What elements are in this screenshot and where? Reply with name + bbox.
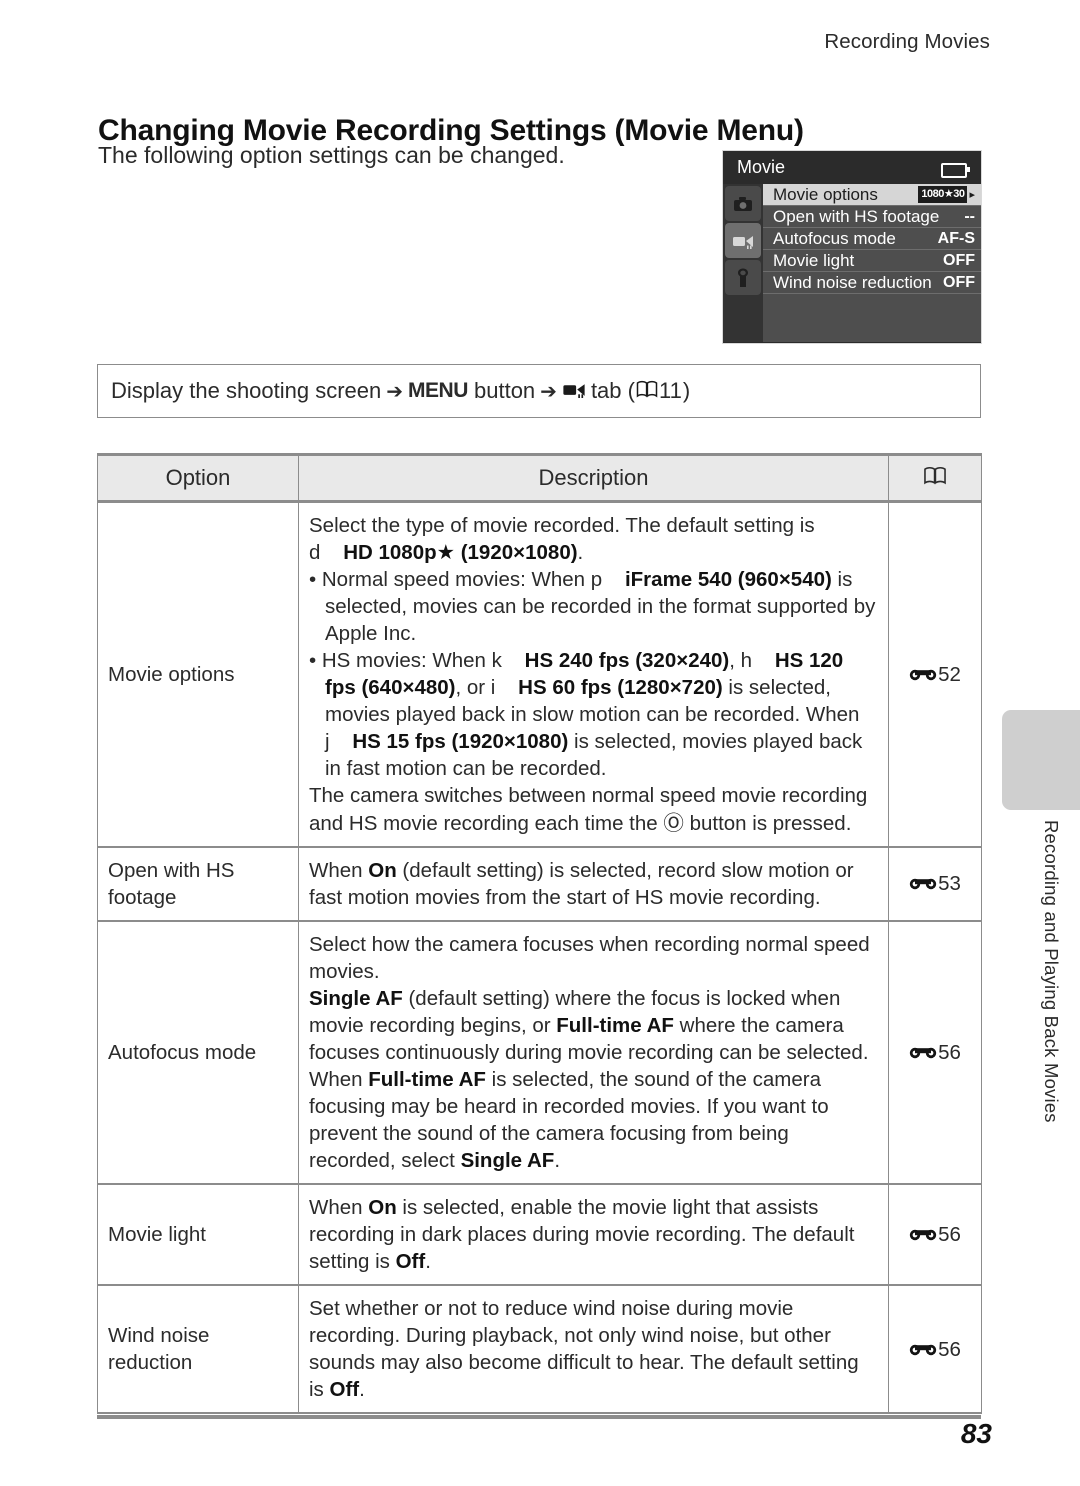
- intro-text: The following option settings can be cha…: [98, 142, 565, 168]
- description-paragraph: Single AF (default setting) where the fo…: [309, 986, 869, 1173]
- description-paragraph: When On (default setting) is selected, r…: [309, 858, 854, 909]
- chevron-right-icon: ▸: [969, 189, 975, 201]
- option-name: Autofocus mode: [97, 920, 299, 1186]
- menu-button-label: MENU: [408, 379, 468, 402]
- lcd-menu-item-label: Movie light: [773, 250, 855, 270]
- table-row: Open with HS footage When On (default se…: [97, 846, 982, 922]
- running-head: Recording Movies: [824, 30, 990, 53]
- description-paragraph: When On is selected, enable the movie li…: [309, 1196, 855, 1274]
- reference-page: 56: [938, 1337, 961, 1361]
- lcd-body: Movie options 1080★30 ▸ Open with HS foot…: [723, 184, 981, 342]
- lcd-menu-item-value: AF-S: [937, 229, 975, 247]
- lcd-menu-item-value: OFF: [943, 251, 975, 269]
- instruction-part-3: tab: [590, 378, 622, 403]
- column-header-description: Description: [298, 453, 889, 503]
- binocular-icon: [909, 1039, 937, 1066]
- lcd-menu-item-autofocus-mode[interactable]: Autofocus mode AF-S: [763, 228, 981, 250]
- lcd-menu-item-movie-light[interactable]: Movie light OFF: [763, 250, 981, 272]
- lcd-tab-movie[interactable]: [725, 223, 761, 258]
- lcd-tab-shooting[interactable]: [725, 186, 761, 221]
- lcd-menu-item-label: Movie options: [773, 184, 878, 204]
- lcd-menu-item-value: --: [964, 207, 975, 225]
- lcd-menu-item-open-with-hs-footage[interactable]: Open with HS footage --: [763, 206, 981, 228]
- description-paragraph: Set whether or not to reduce wind noise …: [309, 1297, 859, 1402]
- reference-page: 56: [938, 1040, 961, 1064]
- movie-options-badge: 1080★30: [918, 186, 968, 203]
- option-reference: 56: [888, 1285, 982, 1415]
- instruction-part-1: Display the shooting screen: [111, 378, 382, 403]
- binocular-icon: [909, 1336, 937, 1363]
- camera-icon: [733, 196, 753, 212]
- wrench-icon: [736, 268, 750, 288]
- description-paragraph: Select how the camera focuses when recor…: [309, 932, 870, 983]
- table-body: Movie options Select the type of movie r…: [97, 501, 982, 1415]
- reference-page: 52: [938, 662, 961, 686]
- option-name: Movie light: [97, 1184, 299, 1287]
- table-row: Movie light When On is selected, enable …: [97, 1184, 982, 1287]
- open-paren: (: [627, 378, 635, 403]
- close-paren: ): [682, 378, 691, 403]
- option-reference: 52: [888, 501, 982, 848]
- table-row: Wind noise reduction Set whether or not …: [97, 1285, 982, 1415]
- table-row: Autofocus mode Select how the camera foc…: [97, 920, 982, 1186]
- binocular-icon: [909, 870, 937, 897]
- option-reference: 56: [888, 1184, 982, 1287]
- section-side-label: Recording and Playing Back Movies: [1041, 820, 1062, 1123]
- lcd-menu-item-label: Open with HS footage: [773, 206, 940, 226]
- bullet-icon: •: [309, 568, 322, 592]
- lcd-title: Movie: [737, 157, 786, 177]
- lcd-menu-item-movie-options[interactable]: Movie options 1080★30 ▸: [763, 184, 981, 206]
- option-reference: 53: [888, 846, 982, 922]
- book-icon: [636, 378, 658, 404]
- reference-page: 11: [658, 378, 682, 403]
- table-header-row: Option Description: [97, 453, 982, 503]
- arrow-right-icon: ➔: [540, 380, 557, 403]
- instruction-part-2: button: [474, 378, 536, 403]
- movie-menu-options-table: Option Description Movie options Select …: [97, 453, 982, 1415]
- lcd-menu-item-wind-noise-reduction[interactable]: Wind noise reduction OFF: [763, 272, 981, 294]
- movie-camera-icon: [732, 233, 754, 249]
- lcd-list-filler: [763, 294, 981, 348]
- column-header-reference: [888, 453, 982, 503]
- movie-camera-icon: [562, 378, 586, 404]
- lcd-menu-list: Movie options 1080★30 ▸ Open with HS foot…: [763, 184, 981, 342]
- option-description: When On (default setting) is selected, r…: [298, 846, 889, 922]
- option-name: Wind noise reduction: [97, 1285, 299, 1415]
- option-name: Open with HS footage: [97, 846, 299, 922]
- reference-page: 56: [938, 1223, 961, 1247]
- footer-rule: [97, 1415, 981, 1419]
- book-icon: [923, 465, 947, 490]
- arrow-right-icon: ➔: [386, 380, 404, 403]
- description-paragraph: The camera switches between normal speed…: [309, 784, 868, 835]
- option-description: Select how the camera focuses when recor…: [298, 920, 889, 1186]
- section-thumb-tab: [1002, 710, 1080, 810]
- column-header-option: Option: [97, 453, 299, 503]
- option-description: When On is selected, enable the movie li…: [298, 1184, 889, 1287]
- option-description: Set whether or not to reduce wind noise …: [298, 1285, 889, 1415]
- option-description: Select the type of movie recorded. The d…: [298, 501, 889, 848]
- description-bullet: • HS movies: When k HS 240 fps (320×240)…: [309, 649, 863, 781]
- lcd-title-bar: Movie: [723, 151, 981, 184]
- binocular-icon: [909, 1221, 937, 1248]
- lcd-menu-item-value: OFF: [943, 273, 975, 291]
- table-row: Movie options Select the type of movie r…: [97, 501, 982, 848]
- reference-page: 53: [938, 872, 961, 896]
- page-number: 83: [960, 1418, 992, 1449]
- bullet-icon: •: [309, 649, 322, 673]
- lcd-tab-strip: [723, 184, 763, 342]
- lcd-menu-item-label: Wind noise reduction: [773, 272, 932, 292]
- lcd-menu-item-label: Autofocus mode: [773, 228, 896, 248]
- camera-menu-screenshot: Movie Movie options 1080★30 ▸ Open with …: [722, 150, 982, 344]
- navigation-instruction-box: Display the shooting screen ➔ MENU butto…: [97, 364, 981, 418]
- cross-reference: ( 11 ): [628, 378, 691, 404]
- binocular-icon: [909, 661, 937, 688]
- lcd-tab-setup[interactable]: [725, 260, 761, 295]
- description-paragraph: Select the type of movie recorded. The d…: [309, 514, 815, 565]
- description-bullet: • Normal speed movies: When p iFrame 540…: [309, 568, 876, 646]
- option-reference: 56: [888, 920, 982, 1186]
- option-name: Movie options: [97, 501, 299, 848]
- battery-icon: [941, 163, 970, 178]
